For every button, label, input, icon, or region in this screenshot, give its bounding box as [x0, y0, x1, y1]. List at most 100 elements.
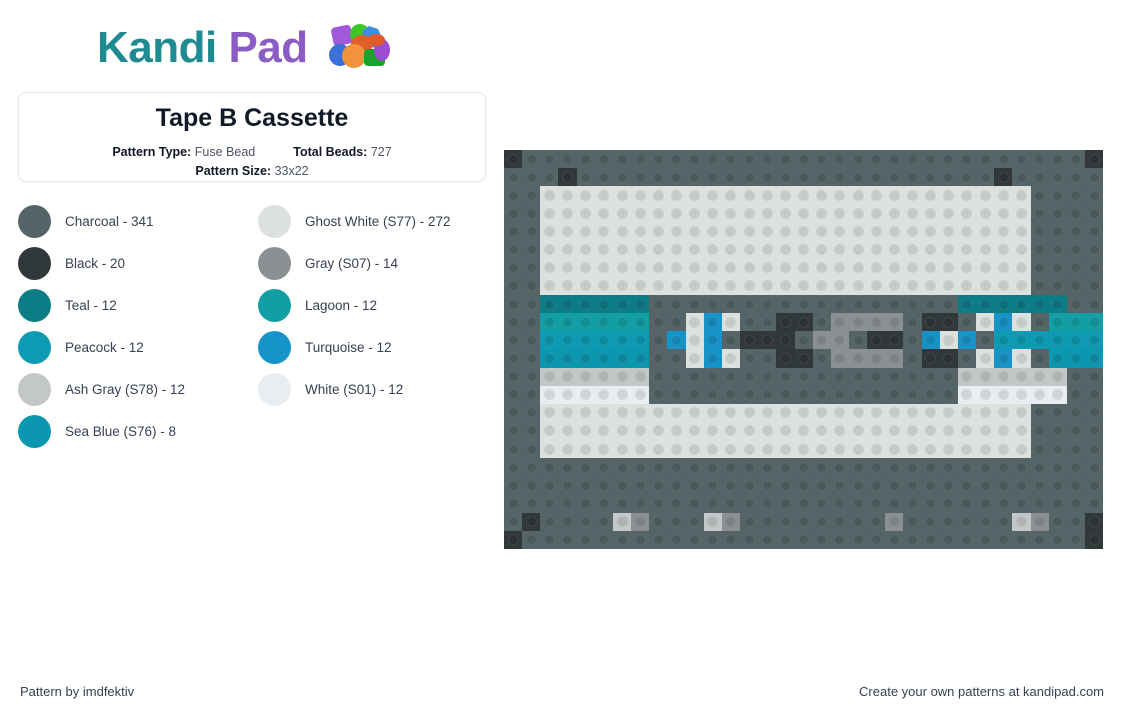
bead-cell[interactable] [558, 367, 577, 386]
bead-cell[interactable] [794, 349, 813, 368]
bead-cell[interactable] [1012, 295, 1031, 314]
bead-cell[interactable] [594, 258, 613, 277]
bead-cell[interactable] [1085, 512, 1104, 531]
bead-cell[interactable] [594, 222, 613, 241]
bead-cell[interactable] [558, 222, 577, 241]
bead-cell[interactable] [594, 276, 613, 295]
bead-cell[interactable] [957, 331, 977, 350]
bead-cell[interactable] [939, 385, 958, 404]
bead-cell[interactable] [685, 204, 704, 223]
bead-cell[interactable] [976, 240, 995, 259]
bead-cell[interactable] [504, 403, 523, 422]
bead-cell[interactable] [1048, 530, 1067, 549]
bead-cell[interactable] [594, 150, 613, 169]
bead-cell[interactable] [1012, 349, 1031, 368]
bead-cell[interactable] [631, 276, 650, 295]
bead-cell[interactable] [1085, 168, 1104, 187]
bead-cell[interactable] [848, 295, 868, 314]
bead-cell[interactable] [776, 331, 795, 350]
bead-cell[interactable] [812, 494, 831, 513]
bead-cell[interactable] [594, 331, 613, 350]
bead-cell[interactable] [976, 168, 995, 187]
bead-cell[interactable] [685, 313, 704, 332]
bead-cell[interactable] [721, 530, 741, 549]
bead-cell[interactable] [885, 367, 904, 386]
bead-cell[interactable] [994, 440, 1013, 459]
bead-cell[interactable] [830, 476, 849, 495]
bead-cell[interactable] [685, 258, 704, 277]
bead-cell[interactable] [504, 385, 523, 404]
bead-cell[interactable] [504, 476, 523, 495]
bead-cell[interactable] [1048, 240, 1067, 259]
bead-cell[interactable] [848, 349, 868, 368]
bead-cell[interactable] [903, 440, 922, 459]
bead-cell[interactable] [921, 204, 940, 223]
bead-cell[interactable] [685, 512, 704, 531]
bead-cell[interactable] [576, 276, 595, 295]
bead-cell[interactable] [612, 222, 632, 241]
bead-cell[interactable] [867, 222, 886, 241]
bead-cell[interactable] [631, 421, 650, 440]
bead-cell[interactable] [1085, 440, 1104, 459]
bead-cell[interactable] [703, 150, 722, 169]
bead-cell[interactable] [703, 403, 722, 422]
bead-cell[interactable] [994, 367, 1013, 386]
bead-cell[interactable] [939, 204, 958, 223]
bead-cell[interactable] [867, 458, 886, 477]
bead-cell[interactable] [649, 186, 668, 205]
bead-cell[interactable] [939, 168, 958, 187]
bead-cell[interactable] [812, 258, 831, 277]
bead-cell[interactable] [522, 403, 541, 422]
legend-item[interactable]: Turquoise - 12 [258, 326, 488, 368]
bead-cell[interactable] [994, 349, 1013, 368]
bead-cell[interactable] [631, 222, 650, 241]
bead-cell[interactable] [1085, 331, 1104, 350]
bead-cell[interactable] [1066, 476, 1085, 495]
bead-cell[interactable] [812, 313, 831, 332]
bead-cell[interactable] [957, 367, 977, 386]
bead-cell[interactable] [740, 313, 759, 332]
bead-cell[interactable] [1030, 494, 1049, 513]
bead-cell[interactable] [667, 186, 686, 205]
bead-cell[interactable] [1030, 222, 1049, 241]
bead-cell[interactable] [830, 440, 849, 459]
bead-cell[interactable] [994, 385, 1013, 404]
bead-cell[interactable] [631, 530, 650, 549]
bead-cell[interactable] [976, 530, 995, 549]
bead-cell[interactable] [794, 313, 813, 332]
bead-grid[interactable] [504, 150, 1104, 549]
bead-cell[interactable] [1030, 367, 1049, 386]
bead-cell[interactable] [703, 458, 722, 477]
bead-cell[interactable] [540, 168, 559, 187]
bead-cell[interactable] [1030, 240, 1049, 259]
bead-cell[interactable] [612, 458, 632, 477]
bead-cell[interactable] [976, 476, 995, 495]
bead-cell[interactable] [558, 258, 577, 277]
bead-cell[interactable] [703, 349, 722, 368]
bead-cell[interactable] [522, 168, 541, 187]
bead-cell[interactable] [522, 421, 541, 440]
bead-cell[interactable] [903, 494, 922, 513]
bead-cell[interactable] [576, 440, 595, 459]
bead-cell[interactable] [504, 458, 523, 477]
bead-cell[interactable] [903, 258, 922, 277]
bead-cell[interactable] [594, 530, 613, 549]
bead-cell[interactable] [685, 403, 704, 422]
bead-cell[interactable] [758, 458, 777, 477]
bead-cell[interactable] [830, 150, 849, 169]
bead-cell[interactable] [612, 385, 632, 404]
bead-cell[interactable] [976, 258, 995, 277]
bead-cell[interactable] [867, 440, 886, 459]
bead-cell[interactable] [540, 349, 559, 368]
bead-cell[interactable] [776, 494, 795, 513]
bead-cell[interactable] [812, 440, 831, 459]
bead-cell[interactable] [939, 476, 958, 495]
bead-cell[interactable] [1085, 530, 1104, 549]
bead-cell[interactable] [1030, 168, 1049, 187]
bead-cell[interactable] [740, 476, 759, 495]
bead-cell[interactable] [812, 240, 831, 259]
bead-cell[interactable] [594, 240, 613, 259]
bead-cell[interactable] [594, 440, 613, 459]
bead-cell[interactable] [903, 349, 922, 368]
bead-cell[interactable] [867, 421, 886, 440]
